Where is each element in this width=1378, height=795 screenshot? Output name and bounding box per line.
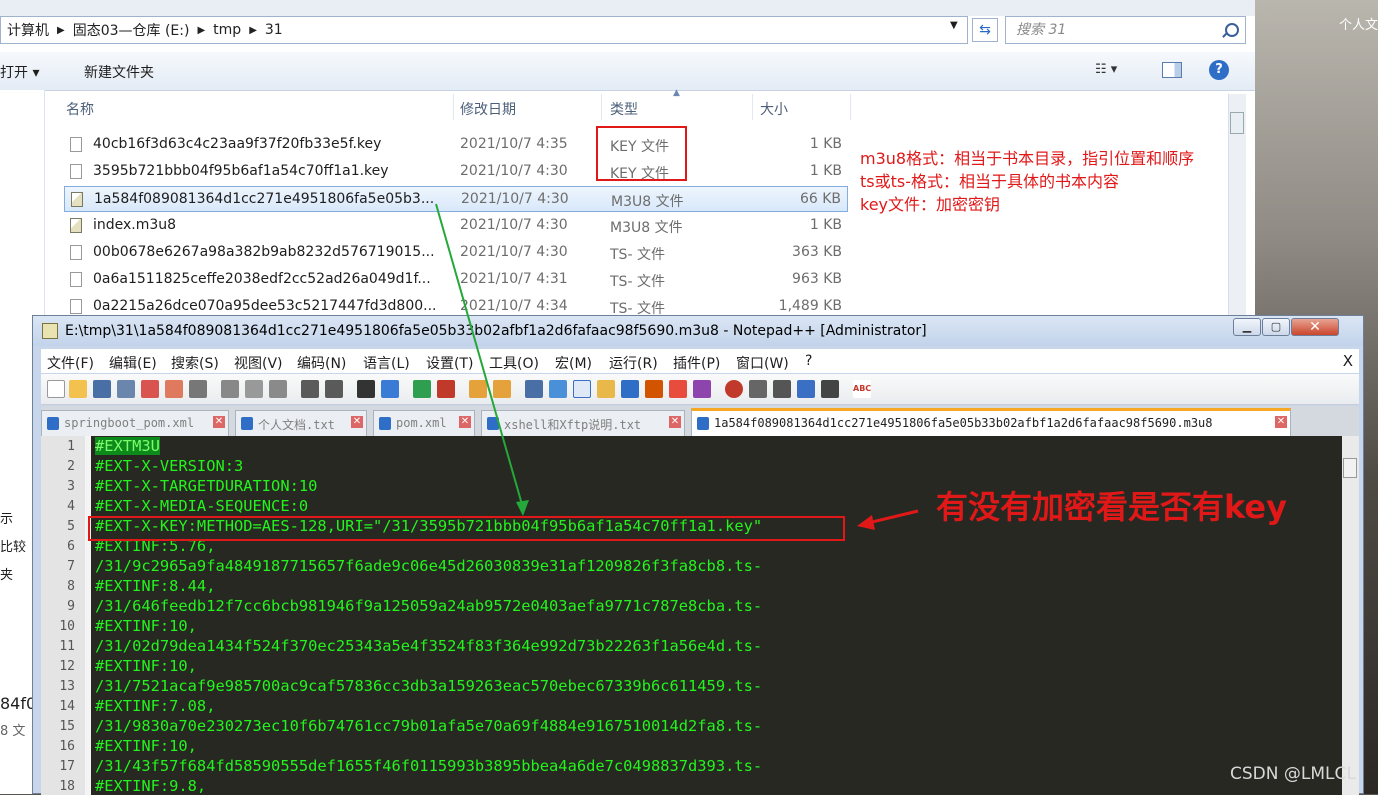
annotation-arrows [435,203,919,530]
red-arrow-head [857,515,875,530]
green-arrow-line [435,203,524,509]
watermark: CSDN @LMLCL [1230,764,1356,784]
green-arrow-head [516,500,529,516]
encryption-annotation: 有没有加密看是否有key [936,488,1287,526]
red-arrow-line [867,509,919,525]
